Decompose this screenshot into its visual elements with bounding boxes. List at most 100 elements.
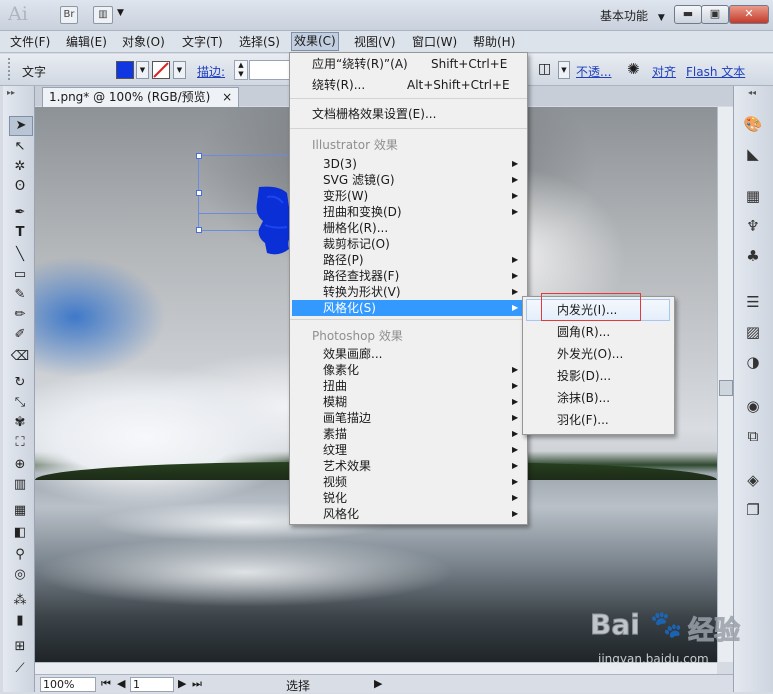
- pen-tool-icon[interactable]: ✒: [9, 204, 31, 222]
- previous-page-icon[interactable]: ◀: [117, 677, 125, 690]
- pencil-tool-icon[interactable]: ✏: [9, 306, 31, 324]
- close-button[interactable]: ✕: [729, 5, 769, 24]
- menu-item-texture[interactable]: 纹理 ▶: [290, 442, 527, 458]
- graphic-styles-icon[interactable]: ⧉: [742, 426, 764, 446]
- menu-edit[interactable]: 编辑(E): [64, 34, 109, 50]
- menu-type[interactable]: 文字(T): [180, 34, 225, 50]
- selection-handle[interactable]: [196, 227, 202, 233]
- paintbrush-tool-icon[interactable]: ✎: [9, 286, 31, 304]
- submenu-item-scribble[interactable]: 涂抹(B)...: [523, 388, 674, 408]
- transparency-icon[interactable]: ◑: [742, 352, 764, 372]
- menu-item-raster-settings[interactable]: 文档栅格效果设置(E)...: [290, 106, 527, 122]
- menu-item-rasterize[interactable]: 栅格化(R)...: [290, 220, 527, 236]
- swatches-icon[interactable]: ▦: [742, 186, 764, 206]
- submenu-item-round-corners[interactable]: 圆角(R)...: [523, 322, 674, 342]
- submenu-item-drop-shadow[interactable]: 投影(D)...: [523, 366, 674, 386]
- paragraph-icon[interactable]: ◫: [538, 61, 551, 77]
- next-page-icon[interactable]: ▶: [178, 677, 186, 690]
- menu-view[interactable]: 视图(V): [352, 34, 398, 50]
- menu-help[interactable]: 帮助(H): [471, 34, 517, 50]
- stroke-dropdown-icon[interactable]: ▼: [173, 61, 186, 79]
- menu-effect[interactable]: 效果(C): [291, 32, 339, 51]
- stroke-color-swatch[interactable]: [152, 61, 170, 79]
- menu-select[interactable]: 选择(S): [237, 34, 282, 50]
- selection-handle[interactable]: [196, 190, 202, 196]
- free-transform-tool-icon[interactable]: ⛶: [9, 434, 31, 452]
- blob-brush-tool-icon[interactable]: ✐: [9, 326, 31, 344]
- direct-selection-tool-icon[interactable]: ↖: [9, 138, 31, 156]
- menu-item-warp[interactable]: 变形(W) ▶: [290, 188, 527, 204]
- menu-item-apply-last-effect[interactable]: 应用“绕转(R)”(A) Shift+Ctrl+E: [290, 56, 527, 72]
- line-tool-icon[interactable]: ╲: [9, 246, 31, 264]
- menu-item-stylize-photoshop[interactable]: 风格化 ▶: [290, 506, 527, 522]
- page-field[interactable]: 1: [130, 677, 174, 692]
- align-link[interactable]: 对齐: [652, 63, 676, 80]
- stroke-panel-icon[interactable]: ☰: [742, 292, 764, 312]
- eraser-tool-icon[interactable]: ⌫: [9, 348, 31, 366]
- last-page-icon[interactable]: ⏭: [192, 677, 202, 691]
- menu-item-video[interactable]: 视频 ▶: [290, 474, 527, 490]
- menu-item-stylize-illustrator[interactable]: 风格化(S) ▶: [292, 300, 525, 316]
- artboards-icon[interactable]: ❐: [742, 500, 764, 520]
- menu-item-effect-gallery[interactable]: 效果画廊...: [290, 346, 527, 362]
- menu-item-sketch[interactable]: 素描 ▶: [290, 426, 527, 442]
- menu-item-3d[interactable]: 3D(3) ▶: [290, 156, 527, 172]
- menu-item-distort[interactable]: 扭曲 ▶: [290, 378, 527, 394]
- vertical-scrollbar-thumb[interactable]: [719, 380, 733, 396]
- menu-item-blur[interactable]: 模糊 ▶: [290, 394, 527, 410]
- first-page-icon[interactable]: ⏮: [101, 677, 111, 691]
- menu-item-pixelate[interactable]: 像素化 ▶: [290, 362, 527, 378]
- menu-item-last-effect[interactable]: 绕转(R)... Alt+Shift+Ctrl+E: [290, 77, 527, 93]
- menu-item-pathfinder[interactable]: 路径查找器(F) ▶: [290, 268, 527, 284]
- fill-color-swatch[interactable]: [116, 61, 134, 79]
- graph-tool-icon[interactable]: ▥: [9, 476, 31, 494]
- fill-dropdown-icon[interactable]: ▼: [136, 61, 149, 79]
- rotate-tool-icon[interactable]: ↻: [9, 374, 31, 392]
- arrange-documents-button[interactable]: ▥: [93, 6, 113, 24]
- artboard-tool-icon[interactable]: ⊞: [9, 638, 31, 656]
- menu-item-svg-filters[interactable]: SVG 滤镜(G) ▶: [290, 172, 527, 188]
- menu-window[interactable]: 窗口(W): [410, 34, 459, 50]
- menu-item-distort-transform[interactable]: 扭曲和变换(D) ▶: [290, 204, 527, 220]
- document-tab[interactable]: 1.png* @ 100% (RGB/预览) ×: [42, 87, 240, 107]
- maximize-button[interactable]: ▣: [701, 5, 729, 24]
- menu-file[interactable]: 文件(F): [8, 34, 52, 50]
- type-tool-icon[interactable]: T: [9, 224, 31, 242]
- warp-tool-icon[interactable]: ✾: [9, 414, 31, 432]
- slice-tool-icon[interactable]: ⟋: [9, 660, 31, 678]
- menu-item-artistic[interactable]: 艺术效果 ▶: [290, 458, 527, 474]
- opacity-link[interactable]: 不透...: [576, 63, 611, 80]
- blend-tool-icon[interactable]: ◎: [9, 566, 31, 584]
- arrange-chevron-icon[interactable]: ▼: [117, 8, 124, 18]
- menu-item-path[interactable]: 路径(P) ▶: [290, 252, 527, 268]
- flash-text-link[interactable]: Flash 文本: [686, 63, 745, 80]
- gradient-tool-icon[interactable]: ◧: [9, 524, 31, 542]
- rectangle-tool-icon[interactable]: ▭: [9, 266, 31, 284]
- status-menu-icon[interactable]: ▶: [374, 677, 382, 690]
- zoom-field[interactable]: 100%: [40, 677, 96, 692]
- symbols-icon[interactable]: ♣: [742, 246, 764, 266]
- menu-item-brush-strokes[interactable]: 画笔描边 ▶: [290, 410, 527, 426]
- selection-handle[interactable]: [196, 153, 202, 159]
- menu-item-sharpen[interactable]: 锐化 ▶: [290, 490, 527, 506]
- menu-item-convert-to-shape[interactable]: 转换为形状(V) ▶: [290, 284, 527, 300]
- magic-wand-tool-icon[interactable]: ✲: [9, 158, 31, 176]
- bridge-button[interactable]: Br: [60, 6, 78, 24]
- paragraph-dropdown-icon[interactable]: ▼: [558, 61, 570, 79]
- lasso-tool-icon[interactable]: ʘ: [9, 178, 31, 196]
- layers-icon[interactable]: ◈: [742, 470, 764, 490]
- menu-object[interactable]: 对象(O): [120, 34, 167, 50]
- minimize-button[interactable]: ▬: [674, 5, 702, 24]
- collapse-icon[interactable]: ▸▸: [7, 88, 15, 97]
- submenu-item-outer-glow[interactable]: 外发光(O)...: [523, 344, 674, 364]
- expand-icon[interactable]: ◂◂: [748, 88, 756, 97]
- color-panel-icon[interactable]: 🎨: [742, 114, 764, 134]
- appearance-icon[interactable]: ◉: [742, 396, 764, 416]
- eyedropper-tool-icon[interactable]: ⚲: [9, 546, 31, 564]
- selection-tool-icon[interactable]: ➤: [9, 116, 33, 136]
- close-icon[interactable]: ×: [222, 90, 232, 104]
- symbol-sprayer-tool-icon[interactable]: ⁂: [9, 592, 31, 610]
- grip-handle[interactable]: [8, 58, 14, 80]
- menu-item-crop-marks[interactable]: 裁剪标记(O): [290, 236, 527, 252]
- column-graph-tool-icon[interactable]: ▮: [9, 612, 31, 630]
